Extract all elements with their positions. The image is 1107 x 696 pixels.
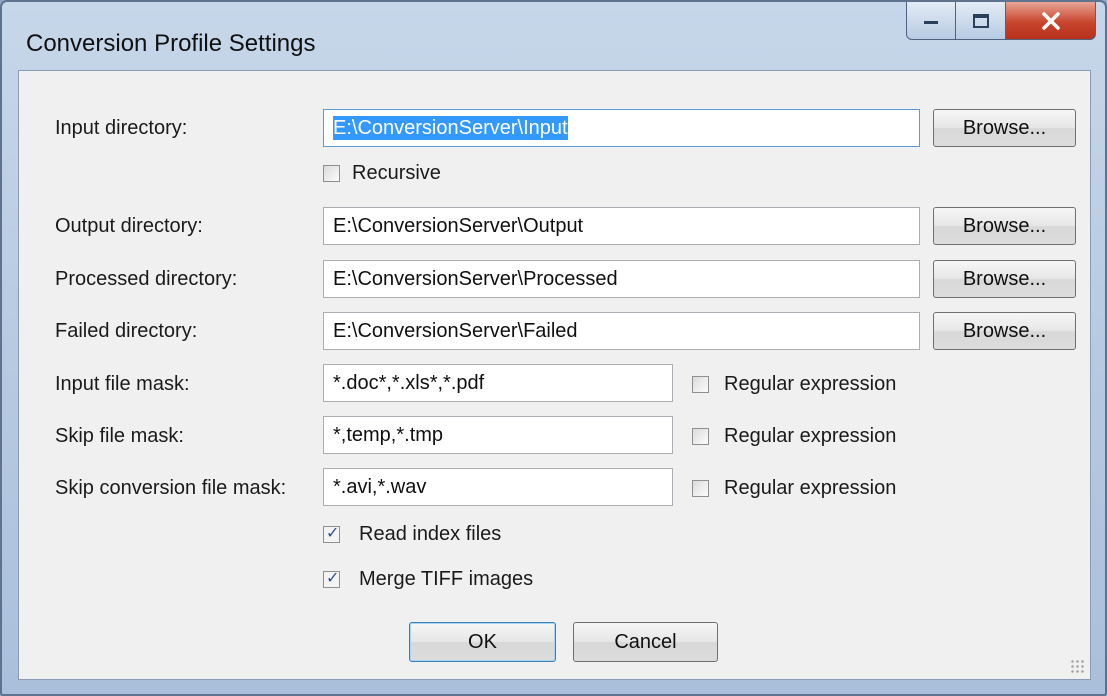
close-button[interactable] [1006,2,1096,40]
skip-mask-regex-checkbox[interactable] [692,428,709,445]
minimize-button[interactable] [906,2,956,40]
failed-directory-field[interactable]: E:\ConversionServer\Failed [323,312,920,350]
merge-tiff-checkbox[interactable]: ✓ [323,570,340,588]
dialog-content: Input directory: E:\ConversionServer\Inp… [18,70,1091,680]
browse-output-button[interactable]: Browse... [933,207,1076,245]
processed-directory-label: Processed directory: [55,268,238,290]
ok-button[interactable]: OK [409,622,556,662]
skip-conversion-regex-label: Regular expression [724,477,897,499]
output-directory-field[interactable]: E:\ConversionServer\Output [323,207,920,245]
window-title: Conversion Profile Settings [26,30,316,57]
maximize-icon [972,13,989,28]
input-mask-regex-checkbox[interactable] [692,376,709,393]
dialog-window: Conversion Profile Settings Input direct… [0,0,1107,696]
browse-failed-button[interactable]: Browse... [933,312,1076,350]
read-index-label: Read index files [359,523,502,545]
minimize-icon [924,20,938,24]
read-index-checkbox[interactable]: ✓ [323,525,340,543]
input-file-mask-field[interactable]: *.doc*,*.xls*,*.pdf [323,364,673,402]
maximize-button[interactable] [956,2,1006,40]
recursive-label: Recursive [352,162,441,184]
input-file-mask-label: Input file mask: [55,373,190,395]
skip-conversion-mask-field[interactable]: *.avi,*.wav [323,468,673,506]
skip-conversion-regex-checkbox[interactable] [692,480,709,497]
browse-input-button[interactable]: Browse... [933,109,1076,147]
skip-mask-regex-label: Regular expression [724,425,897,447]
checkmark-icon: ✓ [326,570,340,587]
merge-tiff-label: Merge TIFF images [359,568,534,590]
resize-grip-icon[interactable] [1070,659,1084,673]
recursive-checkbox[interactable] [323,165,340,182]
failed-directory-label: Failed directory: [55,320,198,342]
input-directory-label: Input directory: [55,117,188,139]
cancel-button[interactable]: Cancel [573,622,718,662]
close-icon [1041,11,1060,30]
input-directory-field[interactable]: E:\ConversionServer\Input [323,109,920,147]
processed-directory-field[interactable]: E:\ConversionServer\Processed [323,260,920,298]
output-directory-label: Output directory: [55,215,203,237]
skip-file-mask-label: Skip file mask: [55,425,184,447]
skip-file-mask-field[interactable]: *,temp,*.tmp [323,416,673,454]
input-mask-regex-label: Regular expression [724,373,897,395]
skip-conversion-mask-label: Skip conversion file mask: [55,477,287,499]
browse-processed-button[interactable]: Browse... [933,260,1076,298]
checkmark-icon: ✓ [326,525,340,542]
